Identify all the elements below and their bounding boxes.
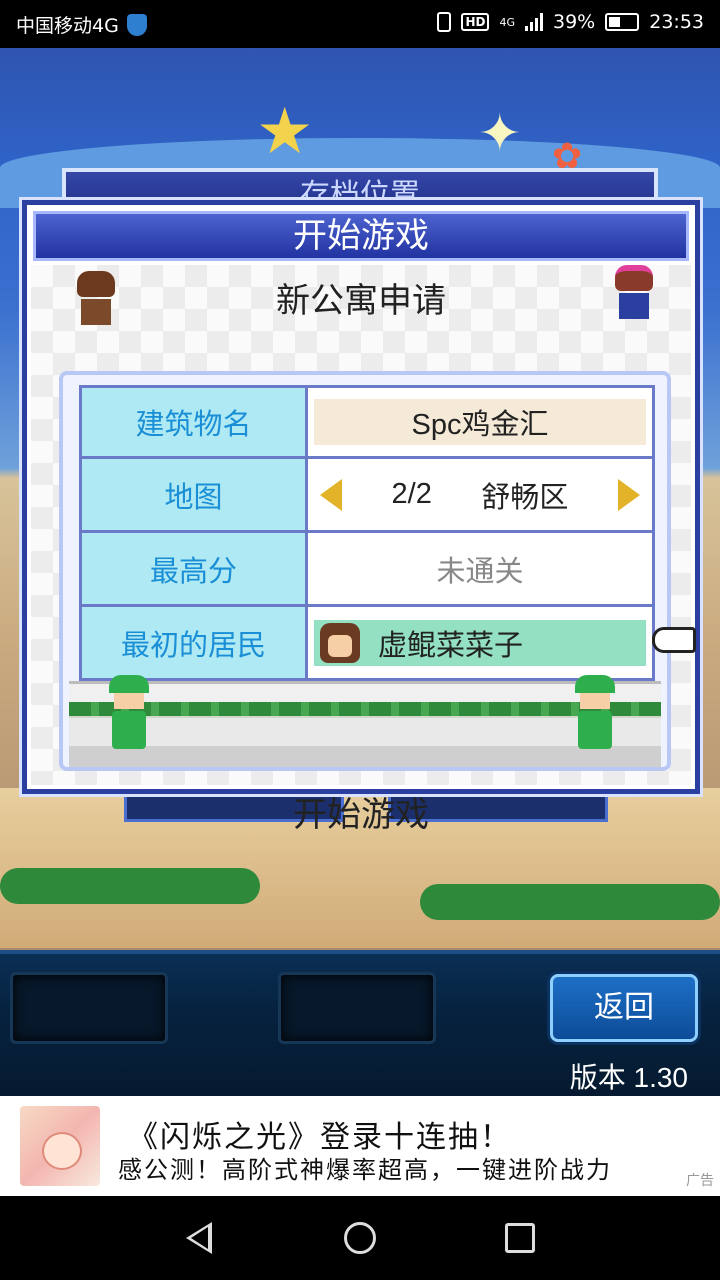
recent-apps-icon[interactable] xyxy=(505,1223,535,1253)
back-nav-icon[interactable] xyxy=(186,1222,212,1254)
ad-text[interactable]: 感公测！高阶式神爆率超高，一键进阶战力 xyxy=(118,1150,718,1185)
dialog-title: 开始游戏 xyxy=(33,211,689,261)
home-nav-icon[interactable] xyxy=(344,1222,376,1254)
pointing-hand-icon xyxy=(652,627,696,653)
road-decoration xyxy=(69,681,661,767)
back-button[interactable]: 返回 xyxy=(550,974,698,1042)
girl-character-icon xyxy=(615,265,653,319)
highscore-label: 最高分 xyxy=(82,533,308,604)
resident-avatar xyxy=(320,622,360,663)
hd-badge: HD xyxy=(461,13,490,31)
building-name-field[interactable]: Spc鸡金汇 xyxy=(314,399,646,445)
clock: 23:53 xyxy=(649,11,704,33)
map-page: 2/2 xyxy=(391,478,432,510)
hedge xyxy=(420,884,720,920)
building-name-row[interactable]: 建筑物名 Spc鸡金汇 xyxy=(79,385,655,459)
hedge xyxy=(0,868,260,904)
map-label: 地图 xyxy=(82,459,308,530)
start-game-button[interactable]: 开始游戏 xyxy=(27,787,695,836)
signal-icon xyxy=(525,13,543,31)
man-character-icon xyxy=(77,271,115,325)
ad-thumbnail[interactable] xyxy=(20,1106,100,1186)
version-label: 版本 1.30 xyxy=(569,1062,688,1093)
form-table: 建筑物名 Spc鸡金汇 地图 2/2 舒畅区 最高分 未通关 最初的居民 虚鲲菜… xyxy=(79,385,696,681)
highscore-value: 未通关 xyxy=(436,553,524,588)
game-scene: ★ ✦ ✿ 存档位置 开始游戏 新公寓申请 建筑物名 Spc鸡金汇 地图 2/2… xyxy=(0,48,720,1096)
map-selector: 2/2 舒畅区 xyxy=(314,472,646,518)
resident-row[interactable]: 最初的居民 虚鲲菜菜子 xyxy=(79,607,696,681)
battery-percent: 39% xyxy=(553,11,596,33)
star-icon: ★ xyxy=(256,95,314,169)
resident-name: 虚鲲菜菜子 xyxy=(378,629,524,662)
empty-slot xyxy=(278,972,436,1044)
ad-tag: 广告 xyxy=(686,1173,714,1189)
navigation-bar xyxy=(0,1196,720,1280)
worker-character-icon xyxy=(109,675,149,749)
worker-character-icon xyxy=(575,675,615,749)
form-panel: 建筑物名 Spc鸡金汇 地图 2/2 舒畅区 最高分 未通关 最初的居民 虚鲲菜… xyxy=(59,371,696,771)
shield-icon xyxy=(126,13,147,36)
status-bar: 中国移动4G HD 4G 39% 23:53 xyxy=(0,0,720,48)
highscore-row: 最高分 未通关 xyxy=(79,533,655,607)
sparkle-icon: ✦ xyxy=(478,104,522,164)
map-district: 舒畅区 xyxy=(481,481,569,514)
battery-icon xyxy=(605,13,640,31)
start-game-dialog: 开始游戏 新公寓申请 建筑物名 Spc鸡金汇 地图 2/2 舒畅区 最高分 未通… xyxy=(22,200,700,835)
map-prev-arrow-icon[interactable] xyxy=(320,478,342,511)
vibrate-icon xyxy=(437,12,452,32)
resident-selector[interactable]: 虚鲲菜菜子 xyxy=(314,619,646,666)
building-name-label: 建筑物名 xyxy=(82,388,308,456)
control-panel: 返回 版本 1.30 xyxy=(0,950,720,1096)
map-next-arrow-icon[interactable] xyxy=(617,478,640,511)
empty-slot xyxy=(10,972,168,1044)
ad-banner[interactable]: 《闪烁之光》登录十连抽！ 感公测！高阶式神爆率超高，一键进阶战力 广告 xyxy=(0,1096,720,1196)
map-row: 地图 2/2 舒畅区 xyxy=(79,459,655,533)
carrier-label: 中国移动4G xyxy=(16,15,119,37)
network-label: 4G xyxy=(499,15,515,29)
dialog-subtitle: 新公寓申请 xyxy=(276,281,446,321)
resident-label: 最初的居民 xyxy=(82,607,308,678)
